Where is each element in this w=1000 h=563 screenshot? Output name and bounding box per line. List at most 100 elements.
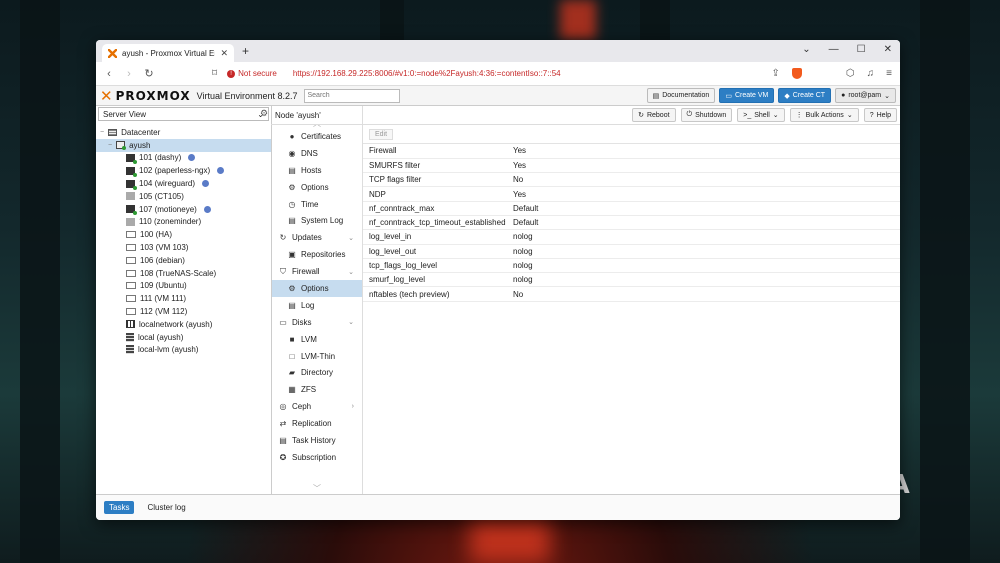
shutdown-button[interactable]: ⏻ Shutdown (680, 108, 733, 122)
menu-item-options[interactable]: ⚙ Options (272, 280, 362, 297)
forward-icon[interactable]: › (124, 68, 134, 80)
brave-shields-icon[interactable] (791, 68, 802, 79)
vm-icon (126, 269, 136, 277)
reboot-button[interactable]: ↻ Reboot (632, 108, 676, 122)
share-icon[interactable]: ⇪ (772, 68, 780, 79)
tree-item-guest[interactable]: 108 (TrueNAS-Scale) (96, 267, 271, 280)
menu-icon[interactable]: ≡ (886, 68, 892, 79)
tree-item-guest[interactable]: 109 (Ubuntu) (96, 280, 271, 293)
minimize-icon[interactable]: — (829, 44, 839, 55)
table-row[interactable]: log_level_in nolog (363, 229, 900, 245)
menu-item-replication[interactable]: ⇄ Replication (272, 415, 362, 432)
menu-item-certificates[interactable]: ● Certificates (272, 128, 362, 145)
table-row[interactable]: tcp_flags_log_level nolog (363, 258, 900, 274)
help-button[interactable]: ? Help (863, 108, 897, 122)
tree-item-guest[interactable]: 100 (HA) (96, 228, 271, 241)
table-row[interactable]: Firewall Yes (363, 144, 900, 159)
close-window-icon[interactable]: ✕ (884, 44, 892, 55)
expand-icon[interactable]: ⌄ (348, 268, 354, 276)
ellipsis-icon: ⋮ (795, 112, 803, 119)
table-row[interactable]: SMURFS filter Yes (363, 158, 900, 174)
create-ct-button[interactable]: ◆ Create CT (778, 88, 832, 103)
tree-item-guest[interactable]: 102 (paperless-ngx) (96, 164, 271, 177)
menu-item-directory[interactable]: ▰ Directory (272, 364, 362, 381)
table-row[interactable]: smurf_log_level nolog (363, 272, 900, 288)
tree-item-guest[interactable]: 104 (wireguard) (96, 177, 271, 190)
gear-icon[interactable]: ⚙ (260, 108, 268, 119)
reload-icon[interactable]: ↻ (144, 67, 154, 80)
tree-item-guest[interactable]: 111 (VM 111) (96, 292, 271, 305)
menu-item-log[interactable]: ▤ Log (272, 297, 362, 314)
tree-item-guest[interactable]: 105 (CT105) (96, 190, 271, 203)
table-row[interactable]: log_level_out nolog (363, 244, 900, 259)
collapse-icon[interactable]: − (100, 129, 104, 136)
tree-item-guest[interactable]: 106 (debian) (96, 254, 271, 267)
tree-item-guest[interactable]: 112 (VM 112) (96, 305, 271, 318)
table-row[interactable]: NDP Yes (363, 186, 900, 202)
tree-item-node[interactable]: − ayush (96, 138, 271, 152)
menu-item-label: LVM (301, 334, 317, 344)
menu-item-zfs[interactable]: ▦ ZFS (272, 381, 362, 398)
menu-item-subscription[interactable]: ✪ Subscription (272, 449, 362, 466)
extensions-icon[interactable]: ⬡ (846, 68, 855, 79)
tab-close-icon[interactable]: ✕ (220, 48, 228, 59)
tree-item-storage[interactable]: local-lvm (ayush) (96, 344, 271, 357)
bulk-actions-button[interactable]: ⋮ Bulk Actions ⌄ (789, 108, 859, 122)
user-menu-button[interactable]: ● root@pam ⌄ (835, 88, 896, 103)
browser-tab[interactable]: ayush - Proxmox Virtual Environ ✕ (102, 44, 234, 62)
table-row[interactable]: TCP flags filter No (363, 172, 900, 188)
menu-item-dns[interactable]: ◉ DNS (272, 145, 362, 162)
menu-item-disks[interactable]: ▭ Disks ⌄ (272, 314, 362, 331)
tree-item-guest[interactable]: 107 (motioneye) (96, 203, 271, 216)
url-field[interactable]: https://192.168.29.225:8006/#v1:0:=node%… (293, 69, 762, 78)
resource-tree-panel: Server View ⌄ − Datacenter − ayush 101 (dash… (96, 106, 272, 494)
menu-item-ceph[interactable]: ◎ Ceph › (272, 398, 362, 415)
bookmark-icon[interactable]: ⌑ (212, 68, 217, 79)
tree-item-datacenter[interactable]: − Datacenter (96, 126, 271, 139)
menu-item-task-history[interactable]: ▤ Task History (272, 432, 362, 449)
tab-cluster-log[interactable]: Cluster log (142, 501, 190, 514)
menu-item-hosts[interactable]: ▤ Hosts (272, 162, 362, 179)
expand-icon[interactable]: › (352, 403, 354, 410)
menu-item-options[interactable]: ⚙ Options (272, 179, 362, 196)
menu-item-time[interactable]: ◷ Time (272, 196, 362, 213)
tree-item-guest[interactable]: 110 (zoneminder) (96, 216, 271, 229)
table-row[interactable]: nftables (tech preview) No (363, 286, 900, 302)
search-input[interactable] (303, 88, 400, 103)
tree-item-network[interactable]: localnetwork (ayush) (96, 318, 271, 331)
table-row[interactable]: nf_conntrack_tcp_timeout_established Defa… (363, 215, 900, 231)
media-icon[interactable]: ♫ (867, 68, 875, 79)
table-row[interactable]: nf_conntrack_max Default (363, 201, 900, 216)
tab-list-icon[interactable]: ⌄ (802, 44, 810, 55)
new-tab-icon[interactable]: + (242, 44, 249, 58)
edit-button[interactable]: Edit (369, 128, 394, 140)
menu-item-firewall[interactable]: ⛉ Firewall ⌄ (272, 263, 362, 280)
documentation-button[interactable]: ▤ Documentation (646, 88, 716, 103)
menu-item-system-log[interactable]: ▤ System Log (272, 212, 362, 229)
collapse-icon[interactable]: − (108, 142, 112, 149)
tree-item-guest[interactable]: 101 (dashy) (96, 152, 271, 165)
back-icon[interactable]: ‹ (104, 68, 114, 80)
security-indicator[interactable]: ! Not secure (227, 69, 277, 78)
create-vm-button[interactable]: ▭ Create VM (719, 88, 775, 103)
expand-icon[interactable]: ⌄ (348, 234, 354, 242)
scroll-down-icon[interactable]: ﹀ (272, 483, 362, 494)
menu-item-updates[interactable]: ↻ Updates ⌄ (272, 229, 362, 246)
menu-item-lvm-thin[interactable]: □ LVM-Thin (272, 348, 362, 365)
menu-icon: ◎ (279, 402, 287, 412)
option-value: Default (507, 201, 900, 216)
resource-tree: − Datacenter − ayush 101 (dashy) 102 (paperle… (96, 122, 271, 356)
tree-item-guest[interactable]: 103 (VM 103) (96, 241, 271, 254)
tree-item-label: 106 (debian) (140, 255, 185, 265)
menu-item-repositories[interactable]: ▣ Repositories (272, 246, 362, 263)
menu-icon: ◉ (288, 148, 296, 158)
container-running-icon (126, 166, 137, 177)
tab-tasks[interactable]: Tasks (104, 501, 135, 514)
menu-item-lvm[interactable]: ■ LVM (272, 331, 362, 348)
expand-icon[interactable]: ⌄ (348, 318, 354, 326)
server-view-select[interactable]: Server View ⌄ (98, 107, 269, 121)
tree-item-storage[interactable]: local (ayush) (96, 331, 271, 344)
maximize-icon[interactable]: ☐ (857, 44, 866, 55)
shell-button[interactable]: >_ Shell ⌄ (737, 108, 785, 122)
tree-item-label: local-lvm (ayush) (138, 345, 199, 355)
